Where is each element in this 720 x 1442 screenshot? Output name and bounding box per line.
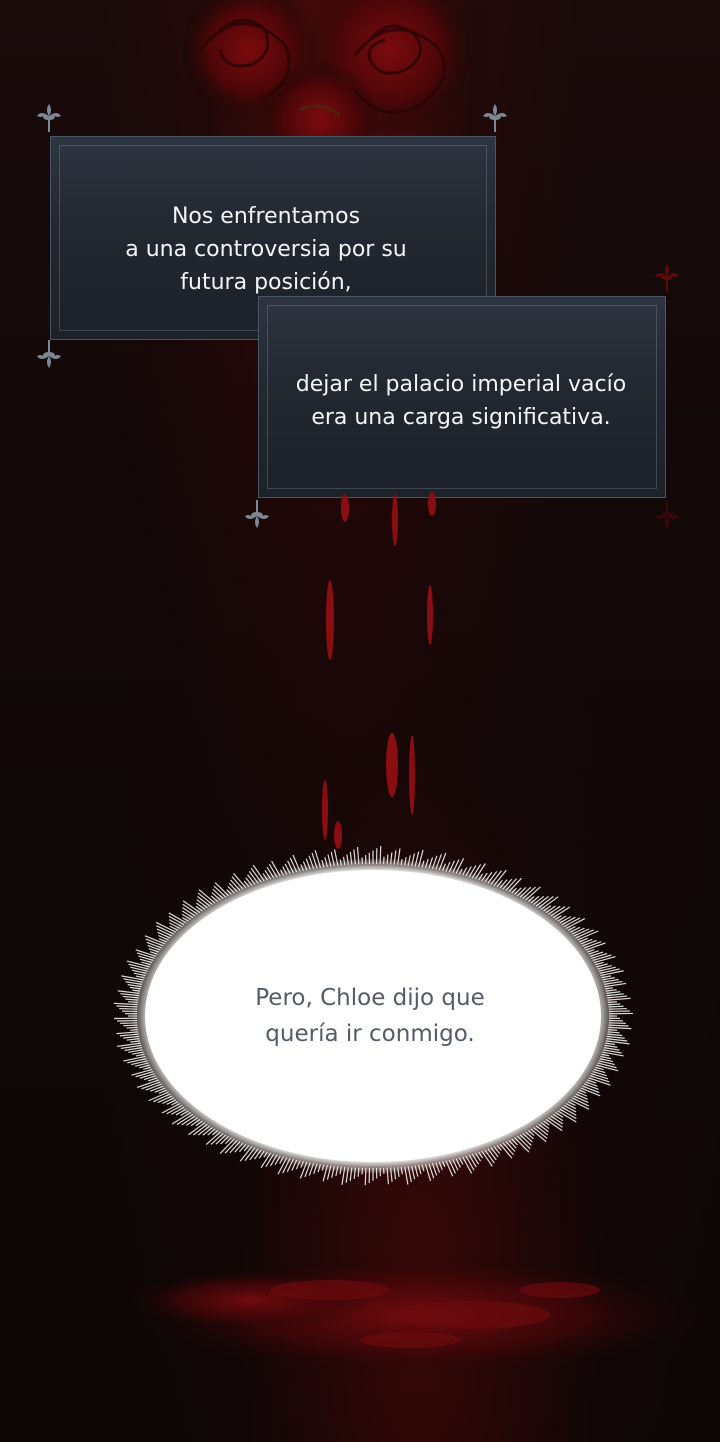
blood-pool [130, 1255, 700, 1375]
comic-panel: Nos enfrentamos a una controversia por s… [0, 0, 720, 1442]
fleur-de-lis-icon [37, 104, 61, 132]
fleur-de-lis-icon [655, 264, 679, 292]
fleur-de-lis-icon [37, 340, 61, 368]
fleur-de-lis-icon [483, 104, 507, 132]
speech-bubble-text: Pero, Chloe dijo que quería ir conmigo. [255, 985, 485, 1047]
caption-text-second: dejar el palacio imperial vacío era una … [295, 372, 627, 430]
caption-text-first: Nos enfrentamos a una controversia por s… [125, 204, 407, 295]
